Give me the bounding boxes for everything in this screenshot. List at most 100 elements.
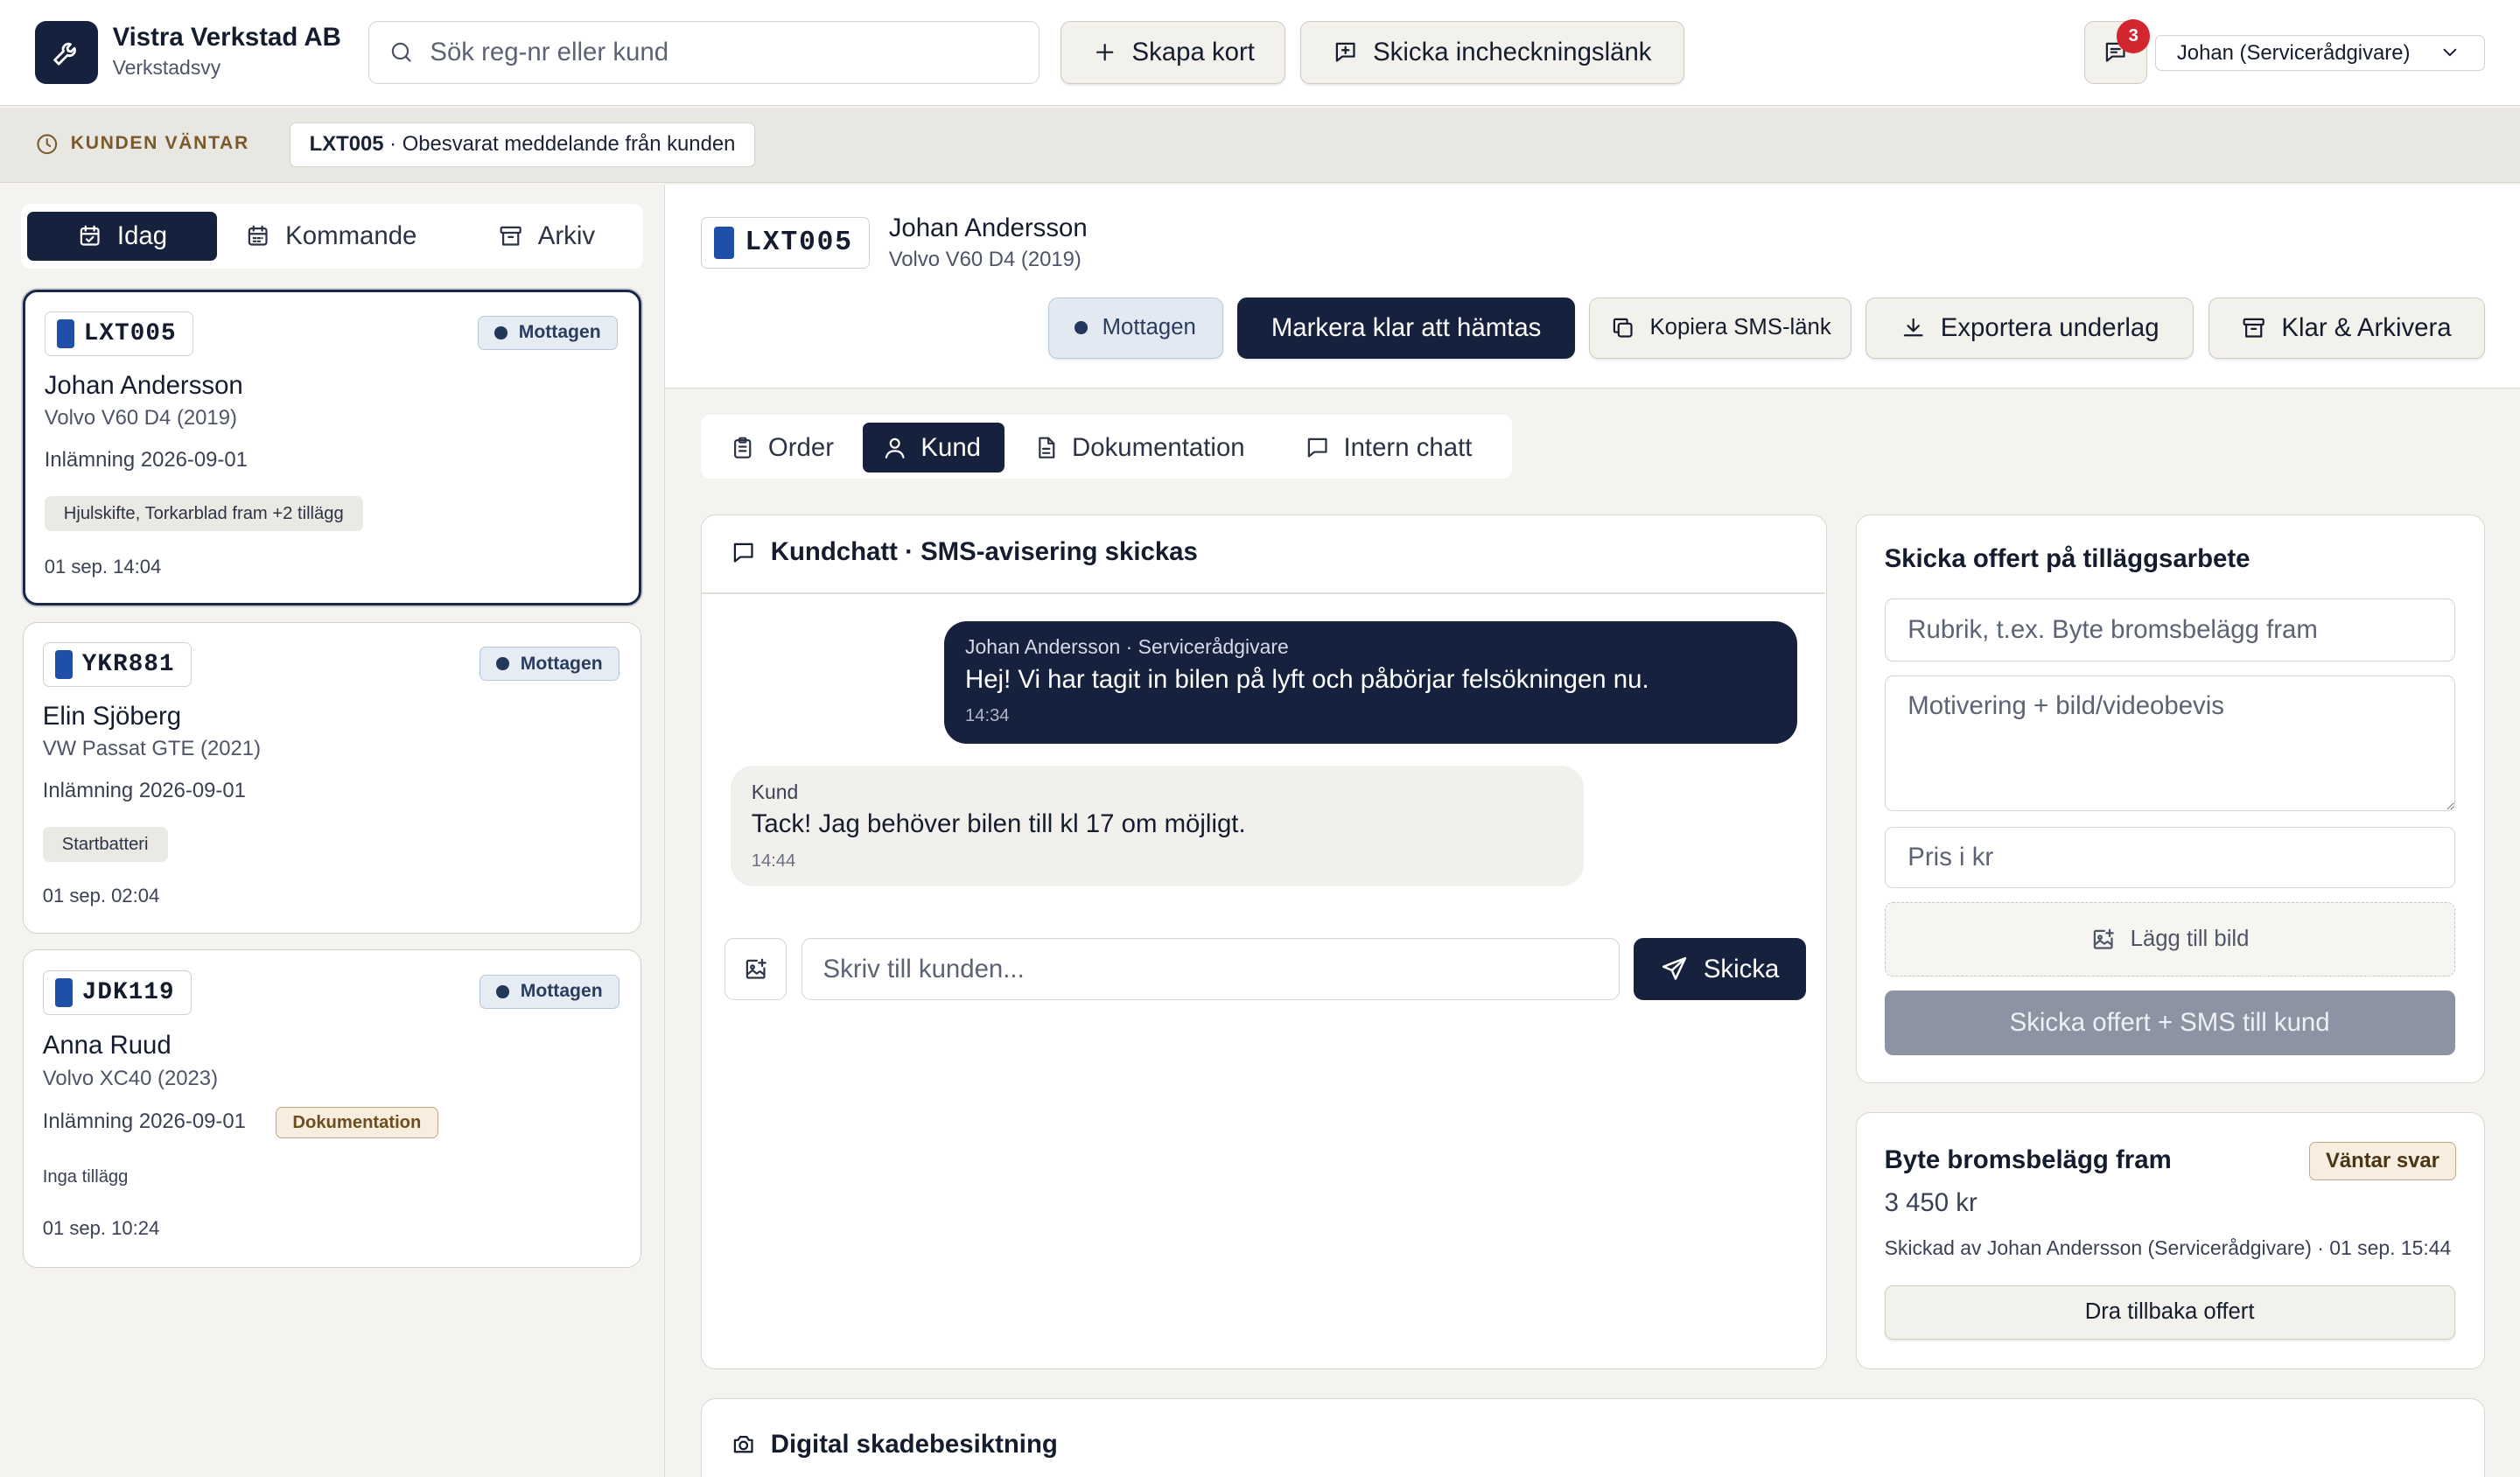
- plus-icon: [1092, 39, 1117, 65]
- ticket-time: 01 sep. 14:04: [44, 555, 162, 578]
- detail-car: Volvo V60 D4 (2019): [888, 247, 1082, 271]
- message-time: 14:34: [965, 706, 1010, 726]
- chat-message-outgoing: Johan Andersson · Servicerådgivare Hej! …: [944, 620, 1798, 744]
- extra-work-offer-card: Skicka offert på tilläggsarbete Lägg til…: [1856, 514, 2485, 1083]
- copy-icon: [1610, 315, 1635, 340]
- status-badge: Väntar svar: [2308, 1142, 2457, 1181]
- message-author: Johan Andersson · Servicerådgivare: [965, 635, 1289, 659]
- pending-offer-price: 3 450 kr: [1884, 1188, 1978, 1218]
- add-image-button[interactable]: Lägg till bild: [1884, 902, 2455, 976]
- message-text: Tack! Jag behöver bilen till kl 17 om mö…: [751, 808, 1246, 838]
- archive-icon: [498, 223, 523, 248]
- tab-kund[interactable]: Kund: [863, 423, 1004, 472]
- ticket-car: Volvo V60 D4 (2019): [44, 405, 237, 430]
- status-badge: Mottagen: [477, 316, 618, 350]
- chat-message-input[interactable]: [801, 937, 1620, 1001]
- send-icon: [1660, 955, 1689, 984]
- calendar-check-icon: [77, 223, 102, 248]
- divider: [701, 592, 1825, 594]
- eu-flag-icon: [56, 318, 74, 348]
- ticket-car: VW Passat GTE (2021): [42, 737, 262, 761]
- create-card-button[interactable]: Skapa kort: [1060, 20, 1286, 84]
- search-box[interactable]: [368, 20, 1040, 84]
- ticket-jobs-tag: Startbatteri: [42, 827, 168, 863]
- user-select[interactable]: Johan (Servicerådgivare): [2155, 35, 2485, 71]
- customer-chat-card: Kundchatt · SMS-avisering skickas Johan …: [700, 514, 1828, 1369]
- export-button[interactable]: Exportera underlag: [1866, 297, 2194, 359]
- image-plus-icon: [743, 956, 768, 982]
- image-plus-icon: [2090, 927, 2116, 952]
- status-button[interactable]: Mottagen: [1047, 297, 1223, 359]
- ticket-detail-header: LXT005 Johan Andersson Volvo V60 D4 (201…: [665, 185, 2520, 389]
- detail-customer-name: Johan Andersson: [888, 214, 1088, 243]
- search-input[interactable]: [430, 37, 1009, 67]
- message-text: Hej! Vi har tagit in bilen på lyft och p…: [965, 664, 1649, 694]
- waiting-ticket-chip[interactable]: LXT005 · Obesvarat meddelande från kunde…: [289, 122, 756, 167]
- copy-sms-link-button[interactable]: Kopiera SMS-länk: [1589, 297, 1852, 359]
- attach-image-button[interactable]: [724, 937, 788, 1001]
- ticket-time: 01 sep. 02:04: [42, 885, 160, 907]
- ticket-car: Volvo XC40 (2023): [42, 1066, 219, 1090]
- message-author: Kund: [751, 780, 799, 803]
- send-checkin-label: Skicka incheckningslänk: [1373, 37, 1652, 66]
- tab-intern-chatt[interactable]: Intern chatt: [1285, 423, 1491, 472]
- pending-offer-title: Byte bromsbelägg fram: [1884, 1144, 2172, 1174]
- camera-icon: [731, 1432, 756, 1457]
- ticket-time: 01 sep. 10:24: [42, 1217, 160, 1240]
- message-time: 14:44: [751, 850, 796, 871]
- license-plate: JDK119: [42, 970, 192, 1015]
- ticket-card-jdk119[interactable]: JDK119 Mottagen Anna Ruud Volvo XC40 (20…: [22, 949, 641, 1269]
- chat-title: Kundchatt · SMS-avisering skickas: [731, 537, 1198, 567]
- user-icon: [882, 435, 907, 460]
- ticket-customer: Johan Andersson: [44, 370, 243, 400]
- brand-subtitle: Verkstadsvy: [112, 56, 221, 80]
- archive-icon: [2241, 315, 2266, 340]
- chevron-down-icon: [2439, 41, 2461, 64]
- mark-ready-button[interactable]: Markera klar att hämtas: [1237, 297, 1575, 359]
- offer-heading-input[interactable]: [1884, 598, 2455, 662]
- waiting-chip-plate: LXT005: [309, 132, 384, 157]
- pending-offer-card: Byte bromsbelägg fram Väntar svar 3 450 …: [1856, 1111, 2485, 1369]
- chat-bubble-icon: [731, 540, 756, 565]
- inspection-title: Digital skadebesiktning: [731, 1430, 1058, 1460]
- download-icon: [1900, 315, 1926, 340]
- ticket-delivery-date: Inlämning 2026-09-01: [42, 1110, 246, 1134]
- ticket-no-extras-note: Inga tillägg: [42, 1167, 129, 1187]
- status-dot: [1074, 321, 1088, 335]
- ticket-delivery-date: Inlämning 2026-09-01: [42, 778, 246, 802]
- waiting-chip-text: · Obesvarat meddelande från kunden: [383, 132, 736, 157]
- ticket-customer: Elin Sjöberg: [42, 701, 182, 731]
- offer-price-input[interactable]: [1884, 827, 2455, 888]
- send-message-button[interactable]: Skicka: [1634, 937, 1806, 1001]
- tab-arkiv[interactable]: Arkiv: [471, 212, 622, 260]
- ticket-card-lxt005[interactable]: LXT005 Mottagen Johan Andersson Volvo V6…: [22, 289, 641, 606]
- brand-name: Vistra Verkstad AB: [112, 22, 341, 52]
- withdraw-offer-button[interactable]: Dra tillbaka offert: [1884, 1284, 2455, 1340]
- offer-title: Skicka offert på tilläggsarbete: [1884, 543, 2250, 573]
- ticket-card-ykr881[interactable]: YKR881 Mottagen Elin Sjöberg VW Passat G…: [22, 621, 641, 934]
- pending-offer-meta: Skickad av Johan Andersson (Servicerådgi…: [1884, 1236, 2452, 1260]
- clock-icon: [35, 132, 60, 157]
- eu-flag-icon: [54, 977, 73, 1007]
- customer-waiting-bar: KUNDEN VÄNTAR LXT005 · Obesvarat meddela…: [0, 108, 2520, 184]
- detail-license-plate: LXT005: [700, 216, 871, 269]
- send-offer-button[interactable]: Skicka offert + SMS till kund: [1884, 990, 2455, 1055]
- ticket-customer: Anna Ruud: [42, 1031, 172, 1060]
- tab-idag[interactable]: Idag: [27, 212, 217, 261]
- chat-message-incoming: Kund Tack! Jag behöver bilen till kl 17 …: [730, 766, 1585, 886]
- top-bar: Vistra Verkstad AB Verkstadsvy Skapa kor…: [0, 0, 2520, 107]
- digital-inspection-card: Digital skadebesiktning: [700, 1397, 2485, 1477]
- status-badge: Mottagen: [479, 647, 620, 681]
- offer-motivation-textarea[interactable]: [1884, 676, 2455, 811]
- tab-kommande[interactable]: Kommande: [233, 212, 429, 260]
- calendar-icon: [245, 223, 270, 248]
- tab-order[interactable]: Order: [710, 423, 853, 472]
- detail-tabs: Order Kund Dokumentation Intern chatt: [700, 414, 1513, 480]
- license-plate: YKR881: [42, 641, 192, 688]
- ticket-list-tabs: Idag Kommande Arkiv: [20, 204, 643, 269]
- notification-count-badge: 3: [2116, 19, 2151, 53]
- complete-archive-button[interactable]: Klar & Arkivera: [2208, 297, 2485, 359]
- eu-flag-icon: [714, 226, 734, 259]
- tab-dokumentation[interactable]: Dokumentation: [1014, 423, 1264, 472]
- send-checkin-link-button[interactable]: Skicka incheckningslänk: [1299, 20, 1684, 84]
